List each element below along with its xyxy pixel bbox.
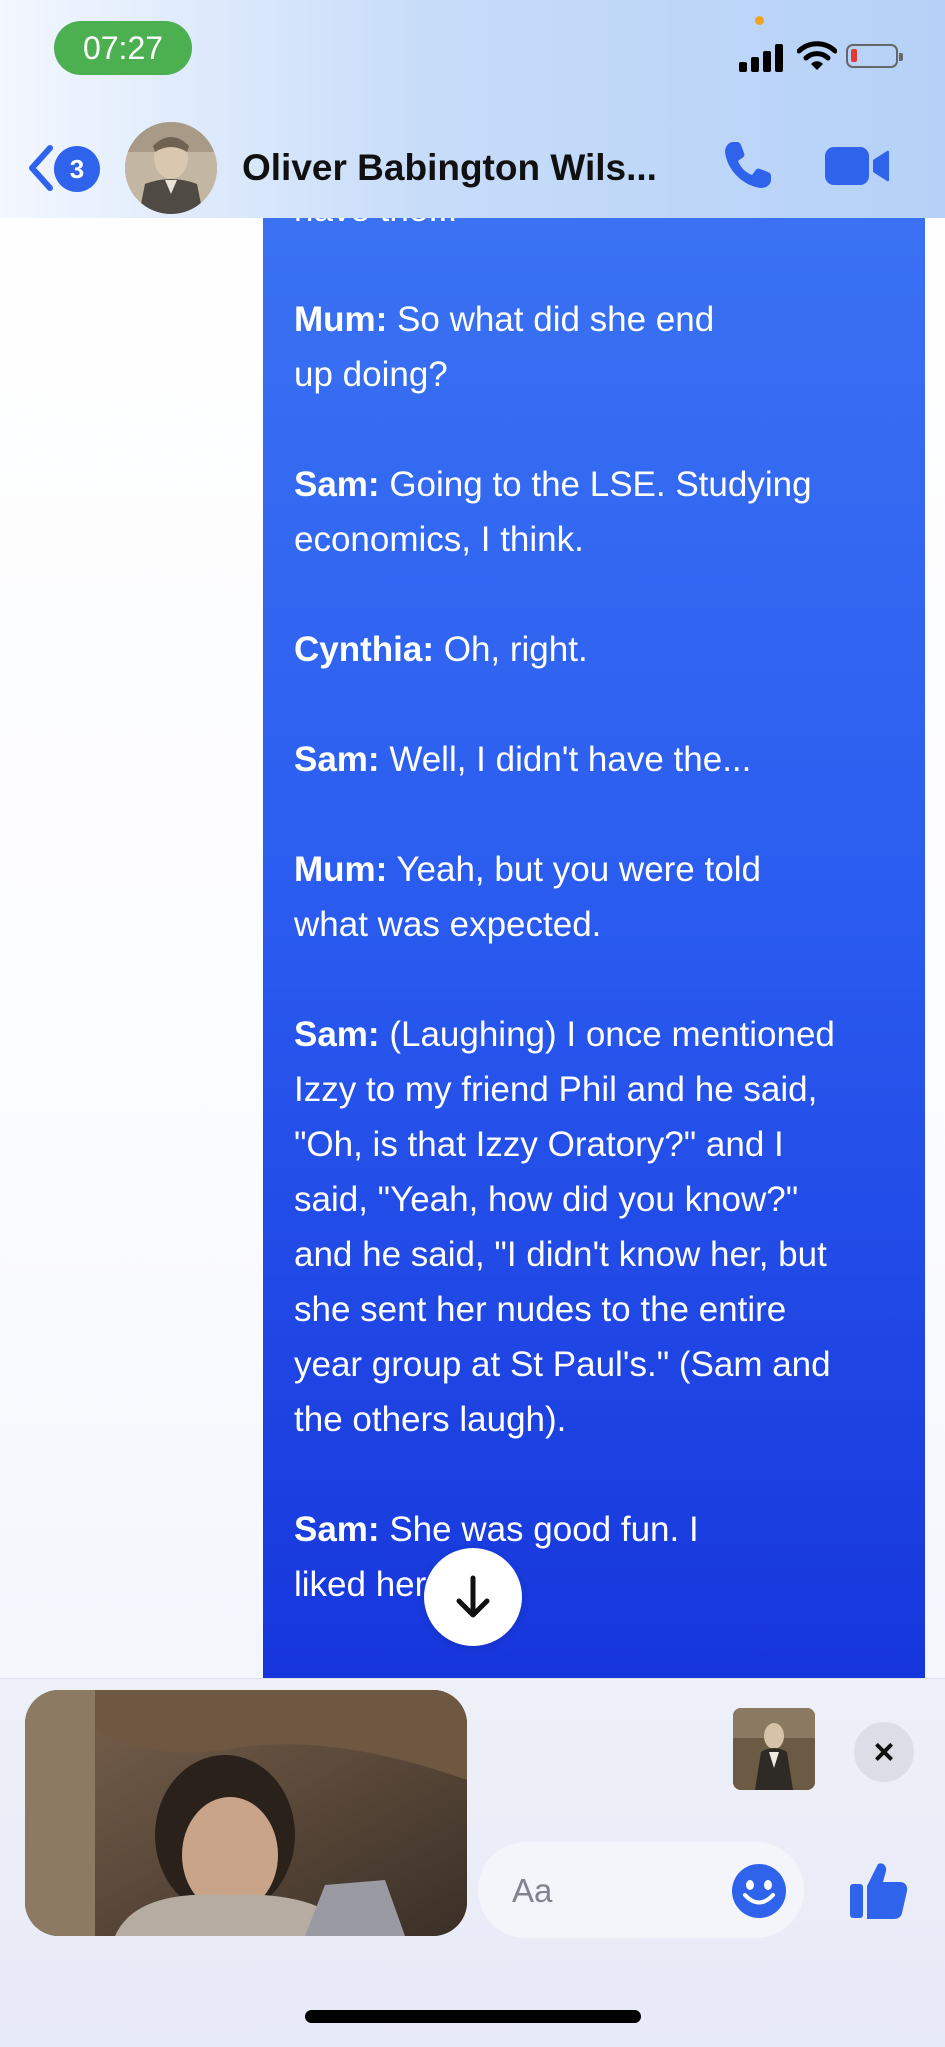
message-line: Izzy to my friend Phil and he said, — [294, 1070, 818, 1109]
message-line: said, "Yeah, how did you know?" — [294, 1180, 799, 1219]
speaker-name: Mum: — [294, 300, 388, 339]
message-line: and he said, "I didn't know her, but — [294, 1235, 827, 1274]
speaker-name: Sam: — [294, 740, 380, 779]
close-icon: × — [873, 1731, 895, 1772]
message-line: economics, I think. — [294, 520, 584, 559]
video-call-button[interactable] — [823, 143, 891, 189]
unread-count-badge: 3 — [54, 146, 100, 192]
arrow-down-icon — [456, 1575, 490, 1618]
emoji-icon — [732, 1864, 786, 1918]
status-bar: 07:27 — [0, 0, 945, 110]
contact-name[interactable]: Oliver Babington Wils... — [242, 142, 657, 194]
privacy-indicator-dot — [755, 16, 764, 25]
video-camera-icon — [825, 147, 889, 185]
thumbs-up-icon — [850, 1863, 908, 1919]
message-line: year group at St Paul's." (Sam and — [294, 1345, 831, 1384]
speaker-name: Sam: — [294, 1510, 380, 1549]
close-button[interactable]: × — [854, 1722, 914, 1782]
emoji-button[interactable] — [730, 1862, 788, 1920]
message-line: Mum: Yeah, but you were told — [294, 850, 761, 889]
message-line: she sent her nudes to the entire — [294, 1290, 787, 1329]
speaker-name: Sam: — [294, 465, 380, 504]
audio-call-button[interactable] — [717, 136, 777, 196]
speaker-name: Cynthia: — [294, 630, 434, 669]
participant-thumbnail[interactable] — [733, 1708, 815, 1790]
wifi-icon — [797, 41, 837, 70]
status-time: 07:27 — [54, 21, 192, 75]
home-indicator — [305, 2010, 641, 2023]
message-input[interactable] — [510, 1842, 714, 1940]
message-line: liked her. — [294, 1565, 435, 1604]
battery-icon — [846, 44, 903, 68]
speaker-name: Mum: — [294, 850, 388, 889]
avatar[interactable] — [125, 122, 217, 214]
scroll-to-bottom-button[interactable] — [424, 1548, 522, 1646]
message-line: what was expected. — [294, 905, 602, 944]
message-text: have the... Mum: So what did she end up … — [294, 212, 904, 1612]
message-line: up doing? — [294, 355, 448, 394]
message-line: Sam: Going to the LSE. Studying — [294, 465, 812, 504]
speaker-name: Sam: — [294, 1015, 380, 1054]
message-line: Sam: (Laughing) I once mentioned — [294, 1015, 835, 1054]
message-line: Sam: Well, I didn't have the... — [294, 740, 752, 779]
self-video-preview[interactable] — [25, 1690, 467, 1936]
message-line: the others laugh). — [294, 1400, 567, 1439]
like-button[interactable] — [846, 1858, 910, 1922]
message-line: Mum: So what did she end — [294, 300, 715, 339]
message-line: Cynthia: Oh, right. — [294, 630, 588, 669]
cellular-signal-icon — [739, 44, 785, 72]
message-line: "Oh, is that Izzy Oratory?" and I — [294, 1125, 784, 1164]
message-line: Sam: She was good fun. I — [294, 1510, 699, 1549]
message-bubble[interactable]: have the... Mum: So what did she end up … — [263, 212, 925, 1680]
phone-icon — [725, 142, 771, 188]
